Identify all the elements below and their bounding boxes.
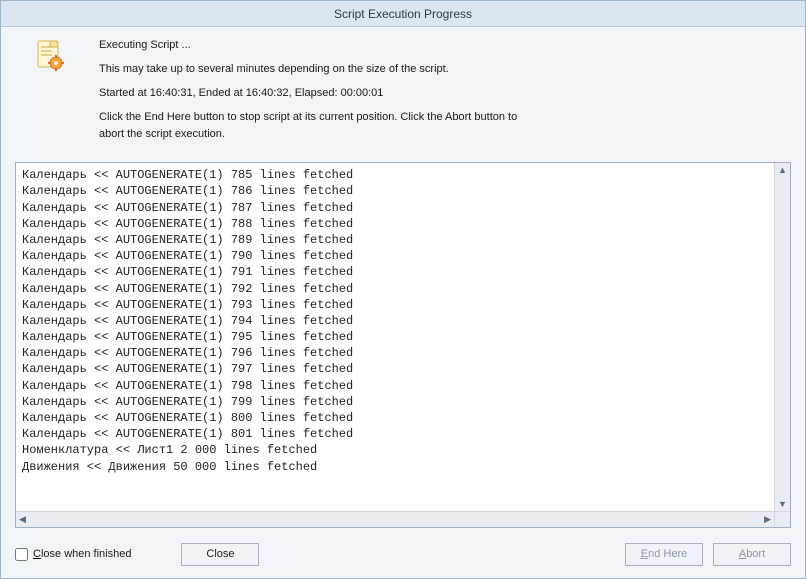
scroll-right-icon[interactable]: ▶ xyxy=(761,512,774,527)
vertical-scrollbar[interactable]: ▲ ▼ xyxy=(774,163,790,511)
close-button[interactable]: Close xyxy=(181,543,259,566)
executing-label: Executing Script ... xyxy=(99,37,791,54)
abort-label: Abort xyxy=(739,548,765,560)
script-icon xyxy=(34,39,66,150)
abort-button[interactable]: Abort xyxy=(713,543,791,566)
scroll-up-icon[interactable]: ▲ xyxy=(775,163,790,177)
dialog-window: Script Execution Progress xyxy=(0,0,806,579)
end-here-button[interactable]: End Here xyxy=(625,543,703,566)
info-row: Executing Script ... This may take up to… xyxy=(15,37,791,150)
end-here-label: End Here xyxy=(641,548,687,560)
dialog-body: Executing Script ... This may take up to… xyxy=(1,27,805,578)
close-button-label: Close xyxy=(206,548,234,560)
scroll-down-icon[interactable]: ▼ xyxy=(775,497,790,511)
timing-label: Started at 16:40:31, Ended at 16:40:32, … xyxy=(99,85,791,102)
title-text: Script Execution Progress xyxy=(334,7,472,21)
log-viewport[interactable]: Календарь << AUTOGENERATE(1) 785 lines f… xyxy=(16,163,774,511)
close-when-finished-label: Close when finished xyxy=(33,548,131,560)
close-when-finished-checkbox[interactable]: Close when finished xyxy=(15,548,131,561)
close-when-finished-input[interactable] xyxy=(15,548,28,561)
instruction-label: Click the End Here button to stop script… xyxy=(99,109,539,143)
log-panel: Календарь << AUTOGENERATE(1) 785 lines f… xyxy=(15,162,791,528)
message-column: Executing Script ... This may take up to… xyxy=(99,37,791,150)
horizontal-scrollbar[interactable]: ◀ ▶ xyxy=(16,511,774,527)
button-row: Close when finished Close End Here Abort xyxy=(15,540,791,568)
log-lines: Календарь << AUTOGENERATE(1) 785 lines f… xyxy=(16,163,774,479)
title-bar: Script Execution Progress xyxy=(1,1,805,27)
scrollbar-corner xyxy=(774,511,790,527)
note-label: This may take up to several minutes depe… xyxy=(99,61,791,78)
icon-column xyxy=(15,37,85,150)
scroll-left-icon[interactable]: ◀ xyxy=(16,512,29,527)
